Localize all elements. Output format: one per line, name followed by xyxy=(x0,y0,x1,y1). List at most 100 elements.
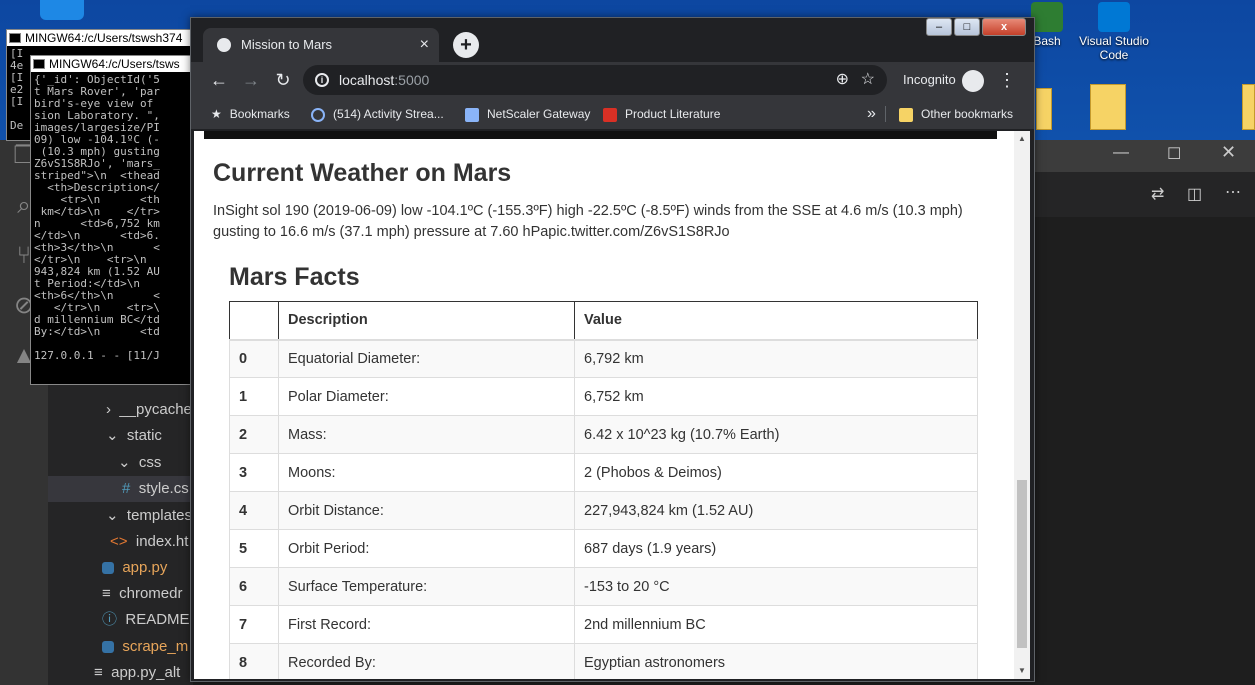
scrollbar-thumb[interactable] xyxy=(1017,480,1027,648)
forward-icon[interactable]: → xyxy=(237,66,265,94)
incognito-icon xyxy=(961,69,984,92)
bookmarks-overflow-button[interactable]: » xyxy=(867,98,876,130)
bookmark-other[interactable]: Other bookmarks xyxy=(899,98,1013,130)
row-description: Recorded By: xyxy=(278,643,575,679)
minimize-button[interactable]: – xyxy=(926,18,952,36)
reload-icon[interactable]: ↻ xyxy=(269,66,297,94)
bookmark-label: Bookmarks xyxy=(229,107,290,121)
scroll-down-icon[interactable]: ▼ xyxy=(1014,663,1030,679)
split-editor-icon[interactable]: ◫ xyxy=(1187,184,1202,204)
row-index: 7 xyxy=(229,605,279,644)
table-row: 5 Orbit Period: 687 days (1.9 years) xyxy=(229,529,978,568)
tree-item-app-py[interactable]: app.py xyxy=(48,555,193,581)
tree-item-label: README. xyxy=(125,611,193,628)
row-index: 0 xyxy=(229,339,279,378)
row-index: 6 xyxy=(229,567,279,606)
maximize-icon[interactable]: ☐ xyxy=(1167,144,1181,164)
bookmarks-divider xyxy=(885,106,886,122)
table-row: 2 Mass: 6.42 x 10^23 kg (10.7% Earth) xyxy=(229,415,978,454)
star-icon: ★ xyxy=(211,107,222,121)
teamviewer-icon[interactable] xyxy=(40,0,84,20)
row-value: 6,752 km xyxy=(574,377,978,416)
bookmark-activity-stream[interactable]: (514) Activity Strea... xyxy=(311,98,444,130)
tree-item-scrape-mars[interactable]: scrape_m xyxy=(48,634,193,660)
file-icon: ≡ xyxy=(102,585,111,602)
tree-item-label: chromedr xyxy=(119,585,183,602)
close-button[interactable]: x xyxy=(982,18,1026,36)
tree-item-label: __pycache xyxy=(119,401,192,418)
desktop-icon-label: Visual Studio Code xyxy=(1079,34,1149,62)
row-value: 227,943,824 km (1.52 AU) xyxy=(574,491,978,530)
back-icon[interactable]: ← xyxy=(205,66,233,94)
bookmark-product-literature[interactable]: Product Literature xyxy=(603,98,720,130)
row-description: Equatorial Diameter: xyxy=(278,339,575,378)
bookmark-label: (514) Activity Strea... xyxy=(333,107,444,121)
row-description: Surface Temperature: xyxy=(278,567,575,606)
url-port: :5000 xyxy=(394,72,430,88)
python-file-icon xyxy=(102,562,114,575)
incognito-indicator[interactable]: Incognito xyxy=(903,62,984,98)
tree-item-style-css[interactable]: # style.cs xyxy=(48,476,193,502)
terminal-title: MINGW64:/c/Users/tswsh374 xyxy=(25,31,183,45)
row-index: 5 xyxy=(229,529,279,568)
row-description: Polar Diameter: xyxy=(278,377,575,416)
tab-close-icon[interactable]: × xyxy=(420,28,429,62)
tree-item-readme[interactable]: ⓘ README. xyxy=(48,607,193,633)
terminal-titlebar: MINGW64:/c/Users/tswsh374 xyxy=(7,30,195,46)
tree-item-css[interactable]: ⌄ css xyxy=(48,450,193,476)
chevron-down-icon: ⌄ xyxy=(118,454,131,471)
page-header-strip xyxy=(204,131,997,139)
row-value: -153 to 20 °C xyxy=(574,567,978,606)
new-tab-button[interactable]: + xyxy=(453,32,479,58)
tree-item-app-py-alt[interactable]: ≡ app.py_alt xyxy=(48,660,193,685)
row-index: 1 xyxy=(229,377,279,416)
close-icon[interactable]: ✕ xyxy=(1221,142,1236,163)
more-actions-icon[interactable]: ⋯ xyxy=(1225,182,1241,202)
vscode-editor xyxy=(1033,140,1255,685)
tab-mission-to-mars[interactable]: Mission to Mars × xyxy=(203,28,439,62)
address-bar[interactable]: i localhost:5000 ⊕ ☆ xyxy=(303,65,887,95)
compare-icon[interactable]: ⇄ xyxy=(1151,184,1164,204)
tree-item-static[interactable]: ⌄ static xyxy=(48,423,193,449)
folder-icon[interactable] xyxy=(1090,84,1126,130)
table-row: 1 Polar Diameter: 6,752 km xyxy=(229,377,978,416)
desktop-icon-vscode[interactable]: Visual Studio Code xyxy=(1074,2,1154,62)
folder-icon[interactable] xyxy=(1036,88,1052,130)
minimize-icon[interactable]: — xyxy=(1113,144,1129,162)
vscode-titlebar: — ☐ ✕ xyxy=(1033,140,1255,172)
file-icon: ≡ xyxy=(94,664,103,681)
zoom-icon[interactable]: ⊕ xyxy=(836,65,849,95)
html-file-icon: <> xyxy=(110,533,128,550)
info-icon[interactable]: i xyxy=(315,73,329,87)
page-scrollbar[interactable]: ▲ ▼ xyxy=(1014,131,1030,679)
terminal-window-front[interactable]: MINGW64:/c/Users/tsws {'_id': ObjectId('… xyxy=(30,55,192,385)
css-file-icon: # xyxy=(122,480,131,497)
row-value: 6.42 x 10^23 kg (10.7% Earth) xyxy=(574,415,978,454)
row-index: 8 xyxy=(229,643,279,679)
row-value: 6,792 km xyxy=(574,339,978,378)
table-header-value: Value xyxy=(574,301,978,341)
weather-text: InSight sol 190 (2019-06-09) low -104.1º… xyxy=(213,203,963,240)
terminal-icon xyxy=(33,59,45,69)
tree-item-label: css xyxy=(138,454,162,471)
folder-icon[interactable] xyxy=(1242,84,1255,130)
star-icon[interactable]: ☆ xyxy=(861,65,875,95)
scroll-up-icon[interactable]: ▲ xyxy=(1014,131,1030,147)
tree-item-chromedriver[interactable]: ≡ chromedr xyxy=(48,581,193,607)
table-row: 6 Surface Temperature: -153 to 20 °C xyxy=(229,567,978,606)
row-value: 687 days (1.9 years) xyxy=(574,529,978,568)
row-value: Egyptian astronomers xyxy=(574,643,978,679)
tree-item-index-html[interactable]: <> index.ht xyxy=(48,529,193,555)
maximize-button[interactable]: □ xyxy=(954,18,980,36)
tree-item-pycache[interactable]: › __pycache xyxy=(48,397,193,423)
table-row: 0 Equatorial Diameter: 6,792 km xyxy=(229,339,978,378)
bookmarks-bar: ★ Bookmarks (514) Activity Strea... NetSc… xyxy=(191,98,1034,130)
terminal-output: {'_id': ObjectId('5 t Mars Rover', 'par … xyxy=(34,73,160,362)
bookmark-netscaler[interactable]: NetScaler Gateway xyxy=(465,98,590,130)
menu-icon[interactable]: ⋮ xyxy=(997,62,1017,98)
weather-heading: Current Weather on Mars xyxy=(213,159,512,187)
tab-title: Mission to Mars xyxy=(241,37,333,52)
lock-icon xyxy=(465,107,479,122)
bookmark-bookmarks[interactable]: ★ Bookmarks xyxy=(211,98,290,130)
tree-item-templates[interactable]: ⌄ templates xyxy=(48,503,193,529)
